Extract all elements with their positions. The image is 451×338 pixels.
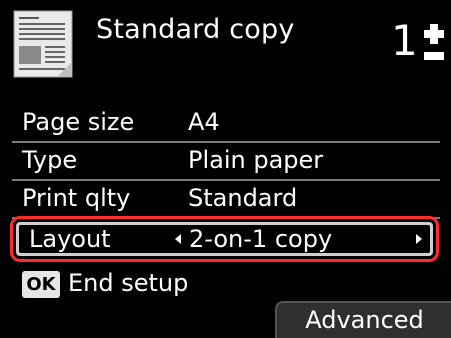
setting-label: Print qlty [22,184,131,212]
document-icon [13,10,73,78]
copy-settings-screen: Standard copy 1 Page size A4 Type Plain … [0,0,451,338]
copy-count: 1 [391,16,418,65]
setting-row-page-size[interactable]: Page size A4 [12,106,440,143]
setting-value: Plain paper [188,146,324,174]
end-setup-label: End setup [68,269,189,297]
setting-row-print-quality[interactable]: Print qlty Standard [12,182,440,219]
setting-row-layout-selected[interactable]: Layout 2-on-1 copy [10,216,439,262]
advanced-button[interactable]: Advanced [275,301,451,338]
ok-button-icon[interactable]: OK [22,271,60,298]
copy-count-stepper-icon[interactable] [421,22,447,68]
arrow-right-icon[interactable] [416,234,422,244]
setting-value: Standard [188,184,298,212]
setting-value: 2-on-1 copy [189,225,333,253]
arrow-left-icon[interactable] [175,234,181,244]
setting-value: A4 [188,108,220,136]
setting-row-type[interactable]: Type Plain paper [12,144,440,181]
setting-label: Type [22,146,78,174]
setting-label: Layout [29,225,111,253]
selection-body: Layout 2-on-1 copy [19,225,430,253]
page-title: Standard copy [96,14,295,45]
selection-frame: Layout 2-on-1 copy [16,222,433,256]
setting-label: Page size [22,108,135,136]
